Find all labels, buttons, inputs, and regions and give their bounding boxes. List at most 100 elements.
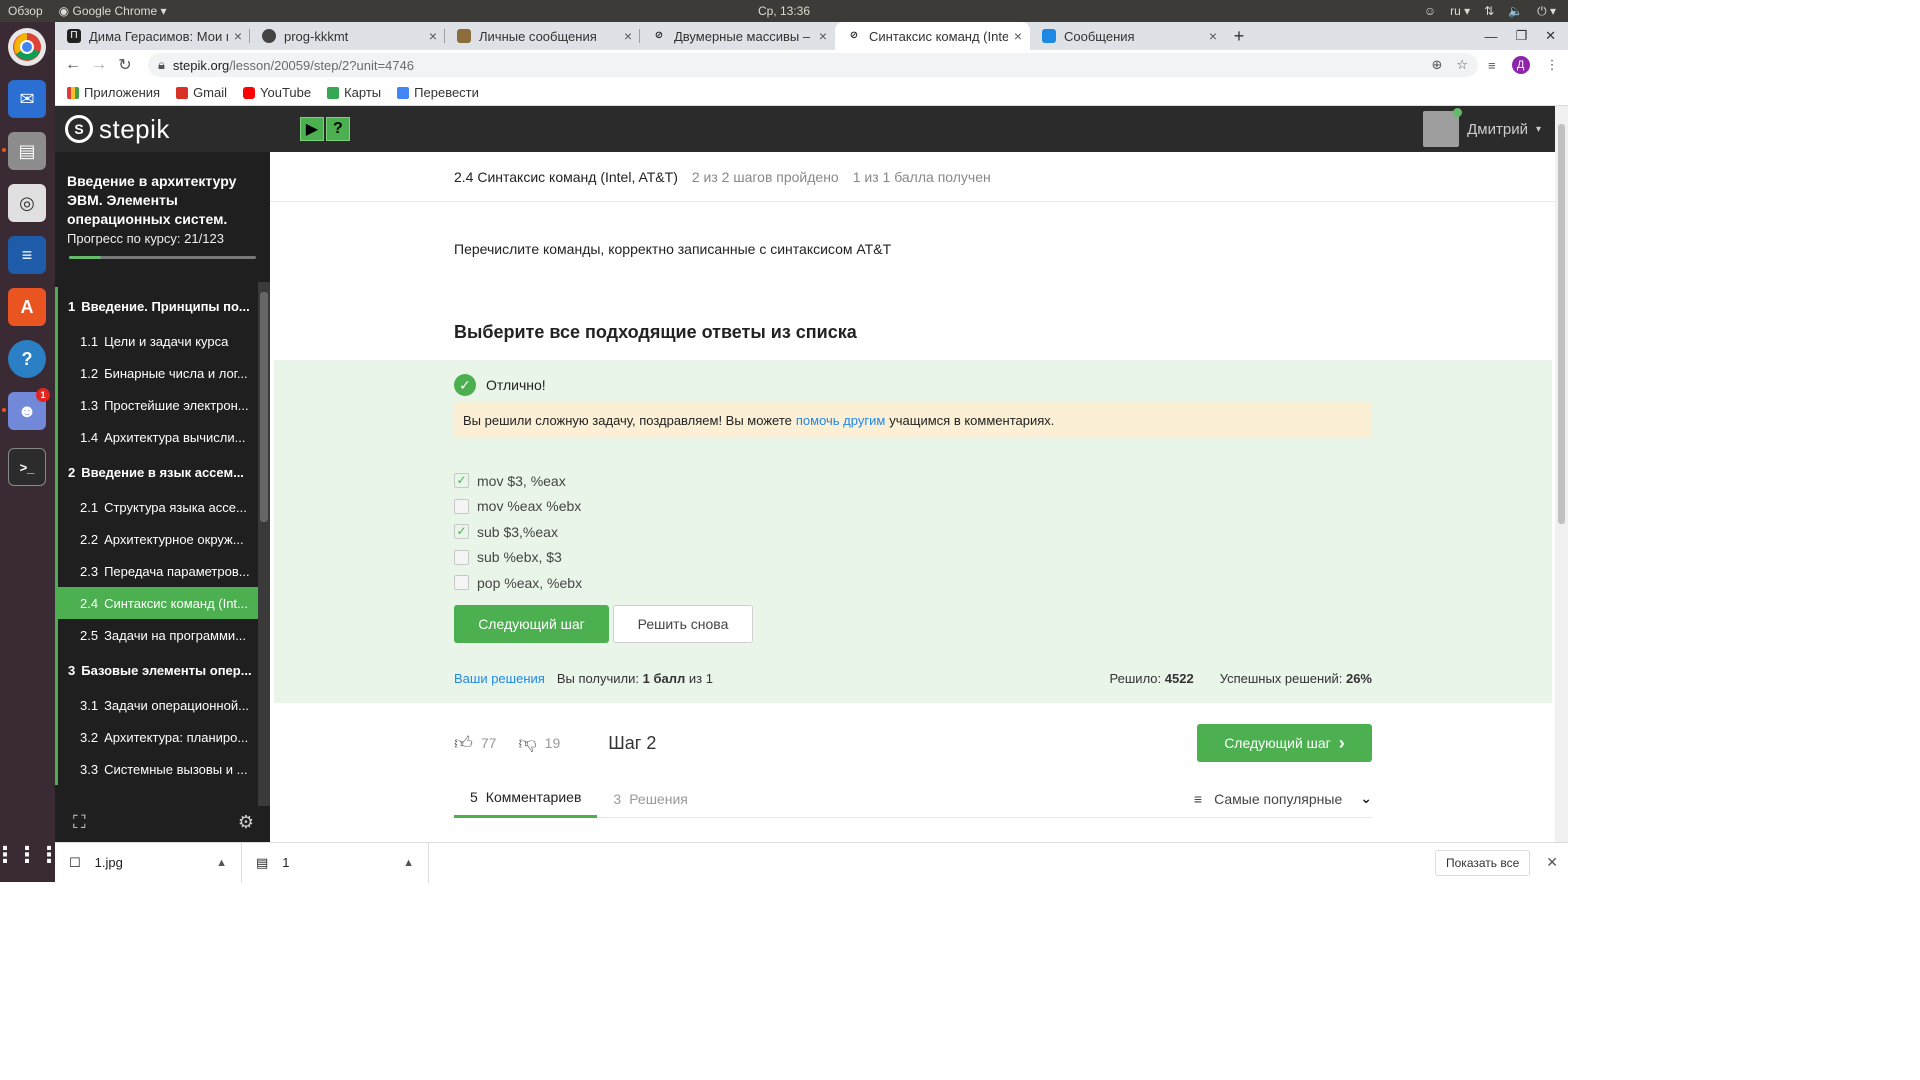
toc-lesson[interactable]: 3.2 Архитектура: планиро... (55, 721, 259, 753)
download-item[interactable]: ▤ 1 ▲ (242, 842, 429, 883)
dislike-button[interactable]: 👎︎ 19 (518, 732, 560, 754)
answer-option[interactable]: ✓ sub $3,%eax (454, 519, 582, 545)
help-launcher-icon[interactable]: ? (8, 340, 46, 378)
tab-solutions[interactable]: 3 Решения (597, 780, 703, 818)
chrome-launcher-icon[interactable] (8, 28, 46, 66)
toc-lesson[interactable]: 3.1 Задачи операционной... (55, 689, 259, 721)
checkbox-checked[interactable]: ✓ (454, 524, 469, 540)
back-arrow-icon[interactable]: ← (60, 56, 86, 74)
close-tab-icon[interactable]: × (1209, 28, 1217, 44)
toc-lesson[interactable]: 2.3 Передача параметров... (55, 555, 259, 587)
address-bar[interactable]: 🔒︎ stepik.org/lesson/20059/step/2?unit=4… (148, 53, 1478, 77)
app-menu[interactable]: ◉ Google Chrome ▾ (51, 4, 175, 18)
your-solutions-link[interactable]: Ваши решения (454, 671, 545, 686)
checkbox[interactable] (454, 549, 469, 565)
checkbox-checked[interactable]: ✓ (454, 473, 469, 489)
volume-icon[interactable]: 🔈 (1508, 4, 1523, 18)
bookmark-apps[interactable]: Приложения (67, 85, 160, 100)
fullscreen-icon[interactable]: ⛶ (73, 812, 86, 833)
activities-button[interactable]: Обзор (0, 4, 51, 18)
toc-lesson[interactable]: 2.5 Задачи на программи... (55, 619, 259, 651)
close-tab-icon[interactable]: × (429, 28, 437, 44)
close-tab-icon[interactable]: × (624, 28, 632, 44)
restore-icon[interactable]: ❐ (1515, 28, 1527, 44)
profile-avatar[interactable]: Д (1511, 56, 1530, 74)
toc-lesson[interactable]: 2.1 Структура языка ассе... (55, 491, 259, 523)
menu-kebab-icon[interactable]: ⋮ (1546, 57, 1559, 73)
show-apps-icon[interactable]: ⋮⋮⋮ (0, 836, 60, 874)
toc-section[interactable]: 3 Базовые элементы опер... (55, 651, 259, 689)
network-icon[interactable]: ⇅ (1484, 4, 1494, 18)
bookmark-maps[interactable]: Карты (327, 85, 381, 100)
answer-option[interactable]: sub %ebx, $3 (454, 545, 582, 571)
toc-lesson[interactable]: 1.2 Бинарные числа и лог... (55, 357, 259, 389)
files-launcher-icon[interactable]: ▤ (8, 132, 46, 170)
answer-option[interactable]: mov %eax %ebx (454, 494, 582, 520)
close-window-icon[interactable]: ✕ (1545, 28, 1556, 44)
tab-messages-1[interactable]: Личные сообщения × (445, 22, 640, 50)
sidebar-scrollbar[interactable] (258, 282, 270, 806)
bookmark-translate[interactable]: Перевести (397, 85, 479, 100)
bookmark-gmail[interactable]: Gmail (176, 85, 227, 100)
sort-dropdown[interactable]: ≡ Самые популярные ⌄ (1194, 790, 1372, 807)
bookmark-youtube[interactable]: YouTube (243, 85, 311, 100)
tab-comments[interactable]: 5 Комментариев (454, 780, 598, 818)
gear-icon[interactable]: ⚙ (238, 812, 254, 833)
tab-syntax-active[interactable]: ⊘ Синтаксис команд (Intel, × (835, 22, 1030, 50)
terminal-launcher-icon[interactable]: >_ (8, 448, 46, 486)
show-all-downloads-button[interactable]: Показать все (1435, 849, 1531, 876)
software-center-icon[interactable]: A (8, 288, 46, 326)
toc-number: 3 (68, 662, 76, 678)
minimize-icon[interactable]: — (1484, 29, 1497, 44)
translate-icon (397, 86, 410, 99)
chevron-up-icon[interactable]: ▲ (403, 857, 414, 869)
close-tab-icon[interactable]: × (819, 28, 827, 44)
close-tab-icon[interactable]: × (1014, 28, 1022, 44)
next-step-big-button[interactable]: Следующий шаг › (1197, 724, 1372, 762)
download-item[interactable]: ☐ 1.jpg ▲ (55, 842, 242, 883)
tab-github[interactable]: prog-kkkmt × (250, 22, 445, 50)
checkbox[interactable] (454, 498, 469, 514)
discord-tray-icon[interactable]: ☺ (1424, 4, 1436, 18)
next-step-button[interactable]: Следующий шаг (454, 605, 609, 643)
answer-option[interactable]: pop %eax, %ebx (454, 570, 582, 596)
close-icon[interactable]: ✕ (1546, 854, 1558, 871)
bookmark-star-icon[interactable]: ☆ (1456, 57, 1468, 73)
like-button[interactable]: 👍︎ 77 (454, 732, 496, 754)
question-step-icon[interactable]: ? (325, 117, 350, 141)
toc-lesson[interactable]: 2.4 Синтаксис команд (Int... (55, 587, 259, 619)
toc-lesson[interactable]: 1.1 Цели и задачи курса (55, 325, 259, 357)
clock[interactable]: Ср, 13:36 (0, 4, 1568, 18)
page-scrollbar[interactable] (1555, 106, 1568, 842)
discord-launcher-icon[interactable]: ☻ 1 (8, 388, 50, 430)
stepik-logo[interactable]: S stepik (65, 114, 170, 145)
reload-icon[interactable]: ↻ (112, 55, 138, 75)
tab-vk-1[interactable]: П Дима Герасимов: Мои пл × (55, 22, 250, 50)
toc-section[interactable]: 1 Введение. Принципы по... (55, 287, 259, 325)
language-indicator[interactable]: ru ▾ (1450, 4, 1470, 18)
play-step-icon[interactable]: ▶ (299, 117, 324, 141)
toc-lesson[interactable]: 3.3 Системные вызовы и ... (55, 753, 259, 785)
course-title[interactable]: Введение в архитектуру ЭВМ. Элементы опе… (55, 152, 270, 229)
checkbox[interactable] (454, 575, 469, 591)
chevron-up-icon[interactable]: ▲ (216, 857, 227, 869)
new-tab-button[interactable]: + (1225, 22, 1253, 50)
zoom-icon[interactable]: ⊕ (1431, 57, 1442, 73)
toc-lesson[interactable]: 2.2 Архитектурное окруж... (55, 523, 259, 555)
forward-arrow-icon[interactable]: → (86, 56, 112, 74)
help-others-link[interactable]: помочь другим (796, 413, 885, 428)
toc-lesson[interactable]: 1.3 Простейшие электрон... (55, 389, 259, 421)
close-tab-icon[interactable]: × (234, 28, 242, 44)
media-control-icon[interactable]: ≡ (1488, 58, 1496, 73)
rhythmbox-launcher-icon[interactable]: ◎ (8, 184, 46, 222)
solve-again-button[interactable]: Решить снова (613, 605, 753, 643)
toc-lesson[interactable]: 1.4 Архитектура вычисли... (55, 421, 259, 453)
writer-launcher-icon[interactable]: ≡ (8, 236, 46, 274)
tab-messages-2[interactable]: Сообщения × (1030, 22, 1225, 50)
power-icon[interactable]: ⏻ ▾ (1537, 4, 1556, 19)
thunderbird-launcher-icon[interactable]: ✉ (8, 80, 46, 118)
user-menu[interactable]: Дмитрий ▾ (1423, 108, 1541, 147)
tab-arrays[interactable]: ⊘ Двумерные массивы – Ш × (640, 22, 835, 50)
answer-option[interactable]: ✓ mov $3, %eax (454, 468, 582, 494)
toc-section[interactable]: 2 Введение в язык ассем... (55, 453, 259, 491)
